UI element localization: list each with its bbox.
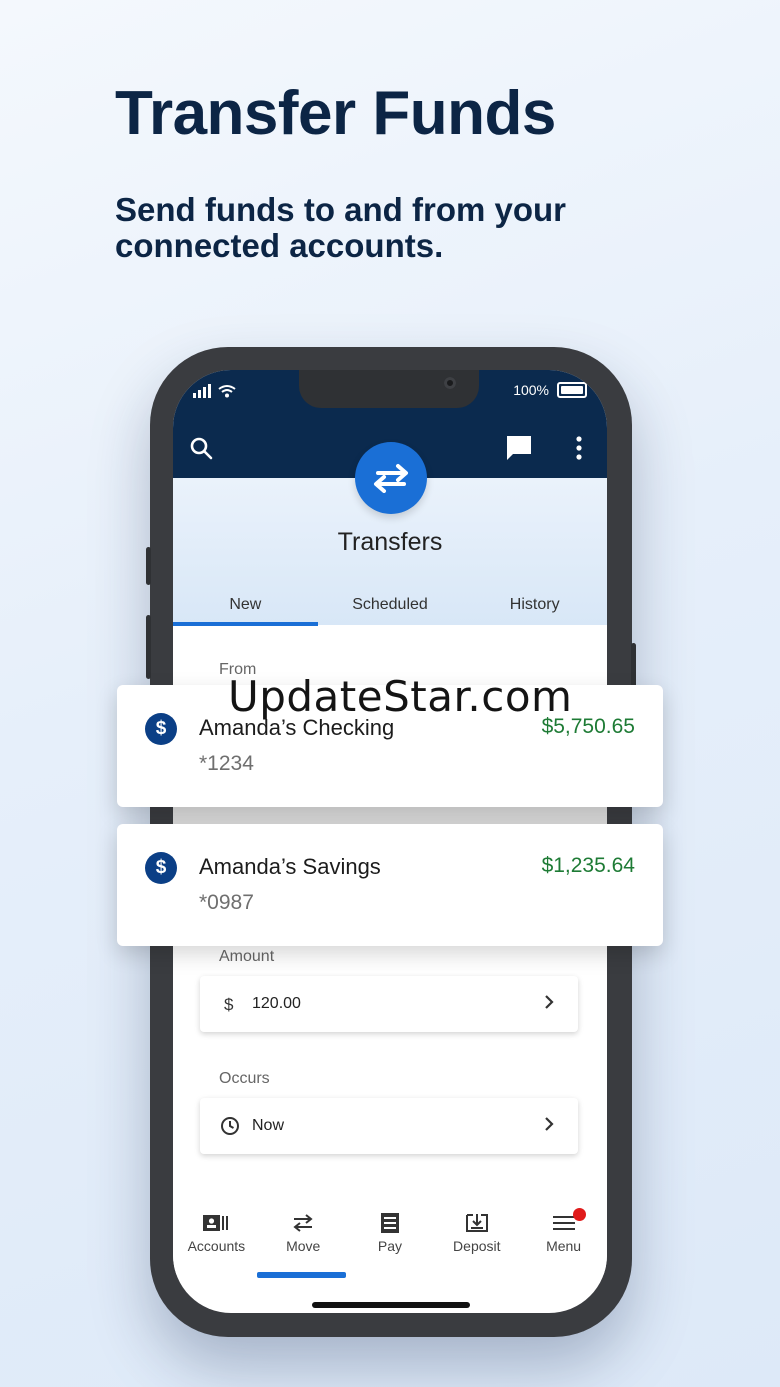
headline: Transfer Funds <box>115 79 556 148</box>
account-name: Amanda’s Savings <box>199 854 381 879</box>
nav-label: Move <box>286 1238 321 1254</box>
occurs-field[interactable]: Now <box>200 1098 578 1154</box>
nav-label: Pay <box>377 1238 403 1254</box>
bottom-nav: Accounts Move Pay Deposit Menu <box>173 1200 607 1275</box>
svg-text:$: $ <box>224 995 234 1014</box>
battery-icon <box>557 382 587 398</box>
notch <box>299 370 479 408</box>
tab-scheduled[interactable]: Scheduled <box>318 588 463 626</box>
search-icon[interactable] <box>189 436 213 465</box>
to-account-card[interactable]: $ Amanda’s Savings *0987 $1,235.64 <box>117 824 663 946</box>
nav-pay[interactable]: Pay <box>347 1200 434 1275</box>
move-icon <box>291 1212 315 1234</box>
chevron-right-icon <box>544 1116 554 1136</box>
page-title: Transfers <box>337 528 443 556</box>
pay-icon <box>380 1212 400 1234</box>
account-balance: $1,235.64 <box>541 854 635 877</box>
phone-volume-button <box>146 615 151 679</box>
tab-history[interactable]: History <box>462 588 607 626</box>
account-number: *0987 <box>199 891 254 914</box>
battery-percent: 100% <box>513 382 549 398</box>
home-indicator <box>312 1302 470 1308</box>
dollar-icon: $ <box>145 852 177 884</box>
accounts-icon <box>203 1212 229 1234</box>
nav-accounts[interactable]: Accounts <box>173 1200 260 1275</box>
dollar-icon: $ <box>220 994 240 1014</box>
menu-icon <box>552 1212 575 1234</box>
notification-badge <box>573 1208 587 1221</box>
nav-label: Accounts <box>187 1238 246 1254</box>
tab-new[interactable]: New <box>173 588 318 626</box>
nav-label: Deposit <box>453 1238 501 1254</box>
occurs-value: Now <box>252 1117 285 1134</box>
nav-label: Menu <box>546 1238 582 1254</box>
transfer-arrows-icon <box>355 442 427 514</box>
amount-field[interactable]: $ 120.00 <box>200 976 578 1032</box>
nav-deposit[interactable]: Deposit <box>433 1200 520 1275</box>
transfer-tabs: New Scheduled History <box>173 588 607 626</box>
to-section-divider <box>173 806 607 826</box>
account-number: *1234 <box>199 752 254 775</box>
chat-icon[interactable] <box>505 434 533 467</box>
dollar-icon: $ <box>145 713 177 745</box>
more-vertical-icon[interactable] <box>575 436 583 465</box>
clock-icon <box>220 1116 240 1136</box>
phone-side-button <box>146 547 151 585</box>
active-nav-indicator <box>257 1272 346 1278</box>
deposit-icon <box>465 1212 489 1234</box>
signal-wifi-icon <box>193 384 237 403</box>
watermark: UpdateStar.com <box>228 672 573 721</box>
occurs-label: Occurs <box>219 1070 270 1087</box>
nav-menu[interactable]: Menu <box>520 1200 607 1275</box>
battery-status: 100% <box>513 382 587 398</box>
amount-label: Amount <box>219 948 275 965</box>
chevron-right-icon <box>544 994 554 1014</box>
nav-move[interactable]: Move <box>260 1200 347 1275</box>
front-camera <box>444 377 456 389</box>
amount-value: 120.00 <box>252 995 301 1012</box>
subheadline: Send funds to and from your connected ac… <box>115 191 566 264</box>
